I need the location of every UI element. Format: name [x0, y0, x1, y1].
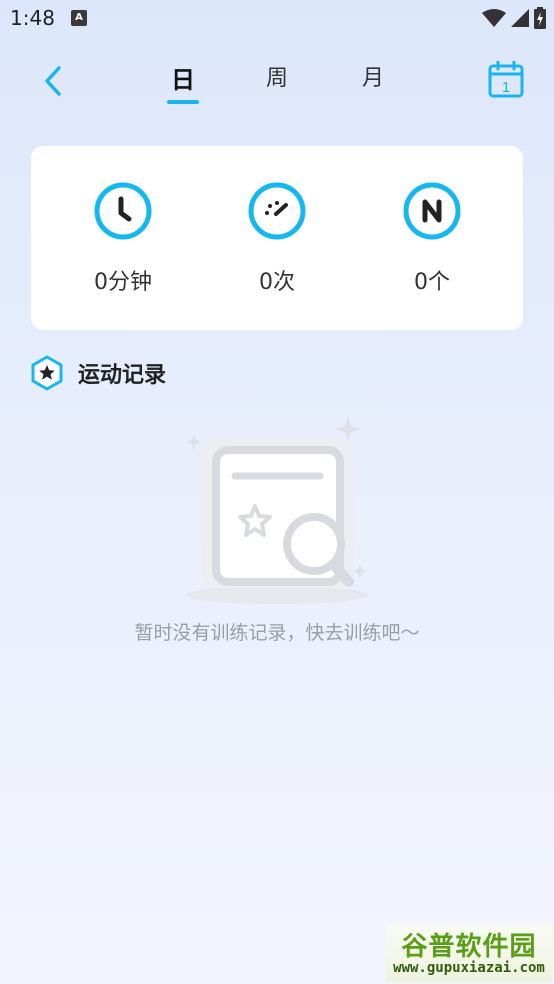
- clock-icon: [94, 182, 152, 240]
- stat-times: 0次: [207, 182, 347, 296]
- stat-count-value: 0个: [414, 270, 450, 295]
- count-n-icon: [403, 182, 461, 240]
- back-button[interactable]: [36, 60, 70, 102]
- stat-duration: 0分钟: [53, 182, 193, 296]
- stats-card: 0分钟 0次 0个: [31, 146, 523, 330]
- status-icons: [482, 7, 546, 29]
- watermark-title: 谷普软件园: [401, 932, 537, 962]
- top-nav: 日 周 月 1: [0, 50, 554, 110]
- status-bar: 1:48 A: [0, 0, 554, 38]
- watermark-url: www.gupuxiazai.com: [393, 960, 545, 976]
- empty-records-illustration: [185, 416, 369, 604]
- stat-times-value: 0次: [259, 270, 295, 295]
- records-header: 运动记录: [30, 353, 166, 393]
- tab-active-indicator: [167, 100, 199, 104]
- notification-app-icon: A: [71, 10, 87, 26]
- tab-month[interactable]: 月: [353, 60, 393, 92]
- tab-week[interactable]: 周: [257, 60, 297, 92]
- wifi-icon: [482, 9, 506, 27]
- signal-icon: [511, 9, 529, 27]
- chevron-left-icon: [45, 66, 61, 96]
- speed-icon: [248, 182, 306, 240]
- battery-charging-icon: [534, 7, 546, 29]
- records-title: 运动记录: [78, 363, 167, 388]
- calendar-day: 1: [502, 79, 510, 96]
- calendar-button[interactable]: 1: [488, 60, 524, 99]
- status-time: 1:48: [10, 6, 55, 30]
- empty-records-message: 暂时没有训练记录，快去训练吧～: [134, 622, 420, 644]
- stat-duration-value: 0分钟: [94, 270, 152, 295]
- star-badge-icon: [31, 355, 63, 391]
- calendar-icon: 1: [488, 60, 524, 98]
- watermark: 谷普软件园 www.gupuxiazai.com: [386, 924, 552, 982]
- tab-day[interactable]: 日: [163, 60, 203, 95]
- stat-count: 0个: [362, 182, 502, 296]
